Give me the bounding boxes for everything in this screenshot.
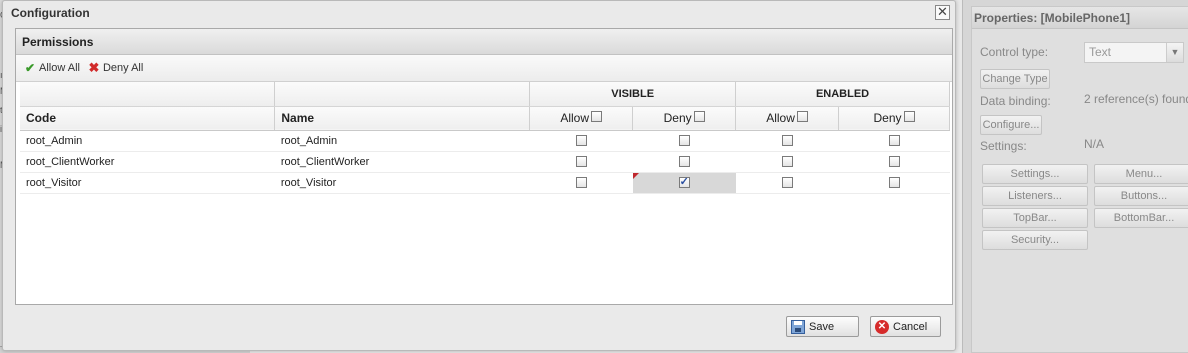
- visible-deny-checkbox[interactable]: [678, 135, 690, 147]
- column-header-visible-deny: Deny: [632, 106, 737, 131]
- enabled-allow-label: Allow: [766, 111, 795, 125]
- row-name: root_ClientWorker: [274, 151, 530, 173]
- visible-allow-cell: [529, 130, 633, 152]
- enabled-allow-cell: [735, 151, 839, 173]
- permissions-panel: Permissions ✔ Allow All ✖ Deny All VISIB…: [15, 28, 953, 305]
- deny-all-button[interactable]: ✖ Deny All: [88, 60, 144, 75]
- buttons-button[interactable]: Buttons...: [1094, 186, 1188, 206]
- allow-all-label: Allow All: [39, 62, 80, 74]
- table-row[interactable]: root_ClientWorker root_ClientWorker: [20, 151, 950, 173]
- visible-deny-label: Deny: [663, 111, 692, 125]
- enabled-deny-cell: [838, 151, 950, 173]
- enabled-deny-cell: [838, 172, 950, 194]
- topbar-button[interactable]: TopBar...: [982, 208, 1088, 228]
- group-header-row: VISIBLE ENABLED: [20, 82, 950, 107]
- visible-deny-cell-selected: [632, 172, 736, 194]
- enabled-allow-header-checkbox[interactable]: [796, 111, 808, 123]
- visible-deny-checkbox[interactable]: [678, 156, 690, 168]
- enabled-allow-checkbox[interactable]: [781, 177, 793, 189]
- enabled-allow-cell: [735, 172, 839, 194]
- row-code: root_ClientWorker: [20, 151, 275, 173]
- column-header-visible-allow: Allow: [529, 106, 634, 131]
- enabled-deny-header-checkbox[interactable]: [903, 111, 915, 123]
- menu-button[interactable]: Menu...: [1094, 164, 1188, 184]
- row-code: root_Visitor: [20, 172, 275, 194]
- visible-allow-cell: [529, 172, 633, 194]
- visible-deny-header-checkbox[interactable]: [693, 111, 705, 123]
- save-button[interactable]: Save: [786, 316, 859, 337]
- group-header-enabled: ENABLED: [735, 82, 950, 107]
- data-binding-value: 2 reference(s) found: [1084, 92, 1188, 106]
- deny-all-label: Deny All: [102, 62, 144, 74]
- header-spacer: [274, 82, 531, 107]
- cancel-button[interactable]: ✕ Cancel: [870, 316, 941, 337]
- properties-title: Properties: [MobilePhone1]: [972, 7, 1188, 29]
- dialog-title: Configuration: [11, 6, 90, 20]
- chevron-down-icon: ▼: [1166, 43, 1183, 62]
- configure-button[interactable]: Configure...: [980, 115, 1042, 135]
- control-type-label: Control type:: [980, 45, 1049, 59]
- close-icon[interactable]: ✕: [935, 5, 950, 20]
- column-header-row: Code Name Allow Deny Allow Deny: [20, 106, 950, 131]
- enabled-deny-checkbox[interactable]: [888, 135, 900, 147]
- visible-deny-cell: [632, 130, 736, 152]
- permissions-grid: VISIBLE ENABLED Code Name Allow Deny All…: [20, 82, 950, 194]
- column-header-name[interactable]: Name: [274, 106, 531, 131]
- x-icon: ✖: [88, 60, 100, 75]
- visible-allow-label: Allow: [560, 111, 590, 125]
- cancel-label: Cancel: [893, 320, 928, 333]
- enabled-deny-checkbox[interactable]: [888, 177, 900, 189]
- row-name: root_Visitor: [274, 172, 530, 194]
- enabled-allow-cell: [735, 130, 839, 152]
- column-header-enabled-deny: Deny: [838, 106, 950, 131]
- check-icon: ✔: [24, 61, 36, 75]
- bottombar-button[interactable]: BottomBar...: [1094, 208, 1188, 228]
- enabled-deny-cell: [838, 130, 950, 152]
- row-code: root_Admin: [20, 130, 275, 152]
- security-button[interactable]: Security...: [982, 230, 1088, 250]
- settings-button[interactable]: Settings...: [982, 164, 1088, 184]
- listeners-button[interactable]: Listeners...: [982, 186, 1088, 206]
- control-type-select[interactable]: Text ▼: [1084, 42, 1184, 63]
- visible-allow-checkbox[interactable]: [575, 135, 587, 147]
- group-header-visible: VISIBLE: [529, 82, 737, 107]
- properties-inner: Properties: [MobilePhone1] Control type:…: [971, 6, 1188, 353]
- visible-allow-header-checkbox[interactable]: [591, 111, 603, 123]
- visible-allow-cell: [529, 151, 633, 173]
- change-type-button[interactable]: Change Type: [980, 69, 1050, 89]
- visible-deny-cell: [632, 151, 736, 173]
- data-binding-label: Data binding:: [980, 94, 1051, 108]
- permissions-toolbar: ✔ Allow All ✖ Deny All: [16, 55, 952, 82]
- table-row[interactable]: root_Visitor root_Visitor: [20, 172, 950, 194]
- column-header-code[interactable]: Code: [20, 106, 276, 131]
- save-disk-icon: [791, 319, 805, 334]
- header-spacer: [20, 82, 276, 107]
- visible-allow-checkbox[interactable]: [575, 156, 587, 168]
- enabled-deny-label: Deny: [873, 111, 902, 125]
- permissions-header: Permissions: [16, 29, 952, 55]
- save-label: Save: [809, 320, 835, 333]
- properties-panel: Properties: [MobilePhone1] Control type:…: [962, 0, 1188, 353]
- table-row[interactable]: root_Admin root_Admin: [20, 130, 950, 152]
- column-header-enabled-allow: Allow: [735, 106, 840, 131]
- visible-deny-checkbox-checked[interactable]: [678, 175, 690, 189]
- enabled-allow-checkbox[interactable]: [781, 135, 793, 147]
- cancel-icon: ✕: [875, 319, 889, 334]
- enabled-deny-checkbox[interactable]: [888, 156, 900, 168]
- row-name: root_Admin: [274, 130, 530, 152]
- visible-allow-checkbox[interactable]: [575, 177, 587, 189]
- allow-all-button[interactable]: ✔ Allow All: [24, 62, 80, 74]
- control-type-value: Text: [1089, 45, 1112, 59]
- configuration-dialog: Configuration ✕ Permissions ✔ Allow All …: [2, 0, 956, 351]
- dirty-flag-icon: [632, 172, 639, 179]
- enabled-allow-checkbox[interactable]: [781, 156, 793, 168]
- settings-label: Settings:: [980, 139, 1027, 153]
- settings-value: N/A: [1084, 137, 1105, 151]
